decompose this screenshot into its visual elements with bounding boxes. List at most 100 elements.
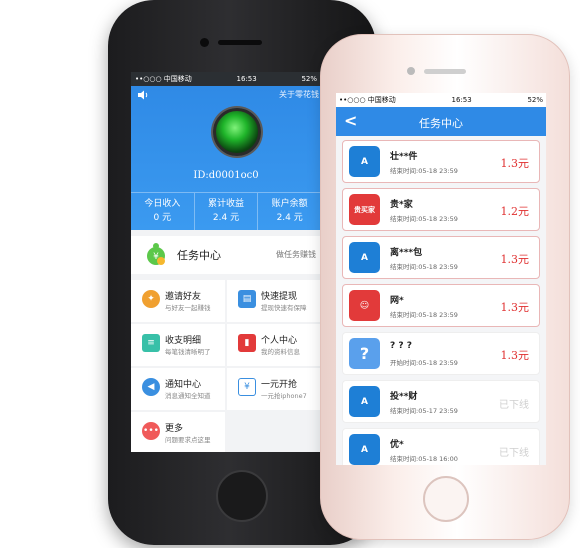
battery-label: 52% xyxy=(301,75,317,83)
stat-total: 累计收益 2.4 元 xyxy=(195,193,259,230)
task-item[interactable]: A 壮**件 结束时间:05-18 23:59 1.3元 xyxy=(342,140,540,183)
about-link[interactable]: 关于零花钱 xyxy=(279,89,319,100)
mascot-icon: ☺ xyxy=(349,290,380,321)
task-time: 结束时间:05-18 16:00 xyxy=(390,455,458,463)
menu-one-yuan[interactable]: ¥ 一元开抢 一元抢iphone7 xyxy=(227,368,321,410)
stat-value: 0 元 xyxy=(153,213,172,223)
task-status: 已下线 xyxy=(499,400,529,411)
question-icon: ? xyxy=(349,338,380,369)
task-item[interactable]: ? ? ? ? 开始时间:05-18 23:59 1.3元 xyxy=(342,332,540,375)
stat-label: 累计收益 xyxy=(208,199,245,209)
document-icon: ≡ xyxy=(142,334,160,352)
menu-notifications[interactable]: ◀ 通知中心 消息通知全知道 xyxy=(131,368,225,410)
stat-label: 今日收入 xyxy=(144,199,181,209)
task-status: 已下线 xyxy=(499,448,529,459)
task-name: 网* xyxy=(390,296,404,306)
nav-bar: < 任务中心 xyxy=(336,107,546,136)
menu-subtitle: 我的资料信息 xyxy=(261,348,300,356)
task-center-title: 任务中心 xyxy=(177,249,221,262)
task-list: A 壮**件 结束时间:05-18 23:59 1.3元 贵买家 贵*家 结束时… xyxy=(336,136,546,465)
task-name: 离***包 xyxy=(390,248,423,258)
menu-invite-friends[interactable]: ✦ 邀请好友 与好友一起赚钱 xyxy=(131,280,225,322)
task-item[interactable]: A 投**财 结束时间:05-17 23:59 已下线 xyxy=(342,380,540,423)
menu-profile[interactable]: ▮ 个人中心 我的资料信息 xyxy=(227,324,321,366)
app-store-icon: A xyxy=(349,386,380,417)
task-name: ? ? ? xyxy=(390,341,412,351)
task-name: 壮**件 xyxy=(390,152,418,162)
menu-title: 邀请好友 xyxy=(165,292,202,302)
coin-icon: ¥ xyxy=(238,378,256,396)
menu-subtitle: 问题要求点这里 xyxy=(165,436,211,444)
task-name: 投**财 xyxy=(390,392,418,402)
menu-subtitle: 一元抢iphone7 xyxy=(261,392,307,400)
menu-transactions[interactable]: ≡ 收支明细 每笔钱清晰明了 xyxy=(131,324,225,366)
stats-row: 今日收入 0 元 累计收益 2.4 元 账户余额 2.4 元 xyxy=(131,192,321,230)
status-bar: ••○○○ 中国移动 16:53 52% xyxy=(336,93,546,107)
task-price: 1.2元 xyxy=(500,205,530,218)
app-store-icon: A xyxy=(349,242,380,273)
task-time: 结束时间:05-18 23:59 xyxy=(390,311,458,319)
battery-label: 52% xyxy=(527,96,543,104)
menu-subtitle: 提现快速有保障 xyxy=(261,304,307,312)
menu-title: 更多 xyxy=(165,424,184,434)
stat-value: 2.4 元 xyxy=(276,213,303,223)
carrier-label: ••○○○ 中国移动 xyxy=(339,96,396,104)
menu-title: 通知中心 xyxy=(165,380,202,390)
app-store-icon: A xyxy=(349,434,380,465)
status-bar: ••○○○ 中国移动 16:53 52% xyxy=(131,72,321,86)
task-time: 结束时间:05-18 23:59 xyxy=(390,167,458,175)
menu-title: 快速提现 xyxy=(261,292,298,302)
menu-subtitle: 与好友一起赚钱 xyxy=(165,304,211,312)
more-icon: ••• xyxy=(142,422,160,440)
task-item[interactable]: A 优* 结束时间:05-18 16:00 已下线 xyxy=(342,428,540,465)
task-time: 结束时间:05-18 23:59 xyxy=(390,263,458,271)
clock: 16:53 xyxy=(451,96,472,104)
stage: ••○○○ 中国移动 16:53 52% 关于零花钱 ID:d0001oc0 今… xyxy=(0,0,580,548)
menu-subtitle: 消息通知全知道 xyxy=(165,392,211,400)
page-title: 任务中心 xyxy=(419,117,463,130)
menu-title: 一元开抢 xyxy=(261,380,298,390)
task-time: 结束时间:05-18 23:59 xyxy=(390,215,458,223)
clock: 16:53 xyxy=(236,75,257,83)
front-camera xyxy=(200,38,209,47)
megaphone-icon: ◀ xyxy=(142,378,160,396)
task-item[interactable]: ☺ 网* 结束时间:05-18 23:59 1.3元 xyxy=(342,284,540,327)
home-button[interactable] xyxy=(216,470,268,522)
front-camera xyxy=(407,67,415,75)
earpiece-speaker xyxy=(424,69,466,74)
menu-more[interactable]: ••• 更多 问题要求点这里 xyxy=(131,412,225,452)
task-item[interactable]: A 离***包 结束时间:05-18 23:59 1.3元 xyxy=(342,236,540,279)
gift-icon: ✦ xyxy=(142,290,160,308)
menu-title: 个人中心 xyxy=(261,336,298,346)
menu-withdraw[interactable]: ▤ 快速提现 提现快速有保障 xyxy=(227,280,321,322)
earpiece-speaker xyxy=(218,40,262,45)
user-id: ID:d0001oc0 xyxy=(193,170,259,181)
task-item[interactable]: 贵买家 贵*家 结束时间:05-18 23:59 1.2元 xyxy=(342,188,540,231)
rose-phone-screen: ••○○○ 中国移动 16:53 52% < 任务中心 A 壮**件 结束时间:… xyxy=(336,93,546,465)
menu-title: 收支明细 xyxy=(165,336,202,346)
menu-grid: ✦ 邀请好友 与好友一起赚钱 ▤ 快速提现 提现快速有保障 ≡ 收支明细 每笔钱… xyxy=(131,280,321,452)
menu-subtitle: 每笔钱清晰明了 xyxy=(165,348,211,356)
home-button[interactable] xyxy=(423,476,469,522)
task-price: 1.3元 xyxy=(500,349,530,362)
stat-today: 今日收入 0 元 xyxy=(131,193,195,230)
svg-text:¥: ¥ xyxy=(153,252,159,262)
black-phone-screen: ••○○○ 中国移动 16:53 52% 关于零花钱 ID:d0001oc0 今… xyxy=(131,72,321,452)
volume-icon[interactable] xyxy=(137,90,149,100)
task-time: 结束时间:05-17 23:59 xyxy=(390,407,458,415)
task-name: 贵*家 xyxy=(390,200,413,210)
task-price: 1.3元 xyxy=(500,157,530,170)
task-name: 优* xyxy=(390,440,404,450)
task-time: 开始时间:05-18 23:59 xyxy=(390,359,458,367)
stat-balance: 账户余额 2.4 元 xyxy=(258,193,321,230)
avatar[interactable] xyxy=(213,108,261,156)
person-icon: ▮ xyxy=(238,334,256,352)
task-center-row[interactable]: ¥ 任务中心 做任务赚钱 xyxy=(131,236,321,274)
task-price: 1.3元 xyxy=(500,253,530,266)
carrier-label: ••○○○ 中国移动 xyxy=(135,75,192,83)
app-store-icon: A xyxy=(349,146,380,177)
stat-label: 账户余额 xyxy=(271,199,308,209)
task-price: 1.3元 xyxy=(500,301,530,314)
moneybag-icon: ¥ xyxy=(147,243,165,265)
guimaijia-icon: 贵买家 xyxy=(349,194,380,225)
